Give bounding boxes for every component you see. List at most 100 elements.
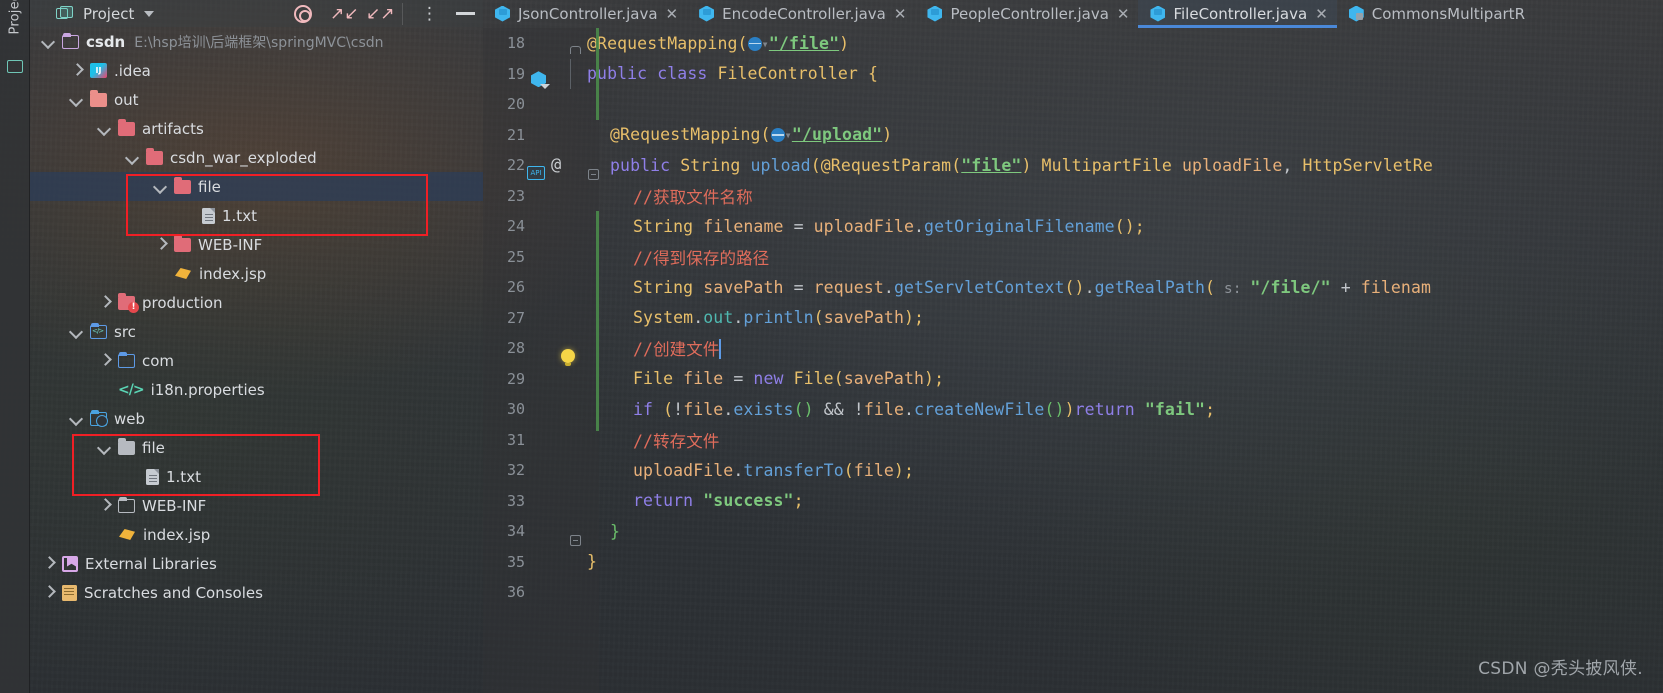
editor-tab-commonsmultipartr[interactable]: CommonsMultipartR — [1337, 0, 1534, 28]
code-line-26[interactable]: 26 String savePath = request.getServletCo… — [483, 272, 1663, 303]
tree-item-1-txt[interactable]: 1.txt — [30, 462, 483, 491]
target-icon[interactable] — [294, 4, 312, 23]
editor-tab-encodecontroller[interactable]: EncodeController.java ✕ — [687, 0, 915, 28]
url-mapping-icon[interactable] — [747, 36, 762, 51]
tree-item-1-txt[interactable]: 1.txt — [30, 201, 483, 230]
tree-item-artifacts[interactable]: artifacts — [30, 114, 483, 143]
tree-item-csdn-war-exploded[interactable]: csdn_war_exploded — [30, 143, 483, 172]
vcs-change-marker[interactable] — [596, 28, 599, 120]
code-line-27[interactable]: 27 System.out.println(savePath); — [483, 303, 1663, 334]
collapse-all-icon[interactable]: ↙↗ — [366, 5, 395, 23]
chevron-down-icon[interactable] — [154, 180, 168, 194]
project-tree[interactable]: csdn E:\hsp培训\后端框架\springMVC\csdn .idea out… — [30, 27, 483, 607]
chevron-right-icon[interactable] — [98, 499, 112, 513]
code-line-24[interactable]: 24 String filename = uploadFile.getOrigin… — [483, 211, 1663, 242]
code-text: uploadFile.transferTo(file); — [633, 460, 914, 480]
intention-bulb-icon[interactable] — [561, 349, 575, 367]
chevron-down-icon[interactable] — [42, 35, 56, 49]
tree-item-web-inf[interactable]: WEB-INF — [30, 491, 483, 520]
project-panel-header: Project ↗↙ ↙↗ ⋮ — [30, 0, 483, 27]
url-mapping-icon[interactable] — [770, 128, 785, 143]
folder-icon — [118, 496, 135, 513]
tree-item-out[interactable]: out — [30, 85, 483, 114]
chevron-down-icon[interactable] — [98, 441, 112, 455]
tree-item-label: .idea — [114, 61, 151, 80]
more-vertical-icon[interactable]: ⋮ — [421, 5, 438, 22]
code-fold-icon[interactable] — [570, 46, 581, 55]
tree-item-scratches-and-consoles[interactable]: Scratches and Consoles — [30, 578, 483, 607]
chevron-down-icon[interactable] — [70, 93, 84, 107]
tree-item-web-inf[interactable]: WEB-INF — [30, 230, 483, 259]
editor-tab-peoplecontroller[interactable]: PeopleController.java ✕ — [915, 0, 1138, 28]
annotation-marker-icon[interactable]: @ — [551, 155, 561, 175]
code-line-28[interactable]: 28 //创建文件 — [483, 333, 1663, 367]
tree-item-file[interactable]: file — [30, 172, 483, 201]
chevron-down-icon[interactable] — [98, 122, 112, 136]
close-icon[interactable]: ✕ — [894, 6, 907, 22]
editor-tab-filecontroller[interactable]: FileController.java ✕ — [1138, 0, 1338, 28]
code-line-21[interactable]: 21 @RequestMapping(▾"/upload") — [483, 120, 1663, 151]
code-line-18[interactable]: 18 @RequestMapping(▾"/file") — [483, 28, 1663, 59]
code-line-34[interactable]: 34} — [483, 516, 1663, 547]
structure-icon[interactable] — [7, 60, 23, 73]
code-line-31[interactable]: 31 //转存文件 — [483, 425, 1663, 456]
code-line-22[interactable]: 22 @ public String upload(@RequestParam("f… — [483, 150, 1663, 181]
chevron-right-icon[interactable] — [70, 64, 84, 78]
library-icon — [62, 555, 78, 572]
code-line-32[interactable]: 32 uploadFile.transferTo(file); — [483, 455, 1663, 486]
editor-tab-label: EncodeController.java — [722, 5, 886, 23]
code-line-35[interactable]: 35} — [483, 547, 1663, 578]
editor-tab-jsoncontroller[interactable]: JsonController.java ✕ — [483, 0, 687, 28]
tree-item-csdn[interactable]: csdn E:\hsp培训\后端框架\springMVC\csdn — [30, 27, 483, 56]
editor-tab-label: JsonController.java — [518, 5, 658, 23]
tree-item-label: index.jsp — [143, 525, 211, 544]
tree-item-index-jsp[interactable]: index.jsp — [30, 259, 483, 288]
project-tool-window-button[interactable]: Project — [8, 0, 23, 38]
code-line-23[interactable]: 23 //获取文件名称 — [483, 181, 1663, 212]
close-icon[interactable]: ✕ — [1315, 6, 1328, 22]
tree-item-web[interactable]: web — [30, 404, 483, 433]
tree-item-src[interactable]: src — [30, 317, 483, 346]
code-content[interactable]: 18 @RequestMapping(▾"/file") 19 public clas… — [483, 28, 1663, 693]
vcs-change-marker[interactable] — [596, 211, 599, 431]
chevron-down-icon[interactable] — [126, 151, 140, 165]
close-icon[interactable]: ✕ — [666, 6, 679, 22]
tree-item-com[interactable]: com — [30, 346, 483, 375]
code-line-20[interactable]: 20 — [483, 89, 1663, 120]
ide-window: Project Project ↗↙ ↙↗ ⋮ csdn E:\hsp培训\后端框… — [0, 0, 1663, 693]
tree-item-file[interactable]: file — [30, 433, 483, 462]
chevron-down-icon[interactable] — [70, 325, 84, 339]
code-line-25[interactable]: 25 //得到保存的路径 — [483, 242, 1663, 273]
code-line-33[interactable]: 33 return "success"; — [483, 486, 1663, 517]
chevron-right-icon[interactable] — [98, 296, 112, 310]
chevron-right-icon[interactable] — [42, 586, 56, 600]
chevron-down-icon[interactable] — [144, 10, 155, 17]
editor-tab-label: FileController.java — [1173, 5, 1308, 23]
project-panel-toolbar: ↗↙ ↙↗ ⋮ — [294, 2, 483, 25]
code-line-29[interactable]: 29 File file = new File(savePath); — [483, 364, 1663, 395]
code-line-30[interactable]: 30 if (!file.exists() && !file.createNewF… — [483, 394, 1663, 425]
code-fold-icon[interactable] — [570, 534, 581, 546]
code-line-36[interactable]: 36 — [483, 577, 1663, 608]
tree-item-production[interactable]: ! production — [30, 288, 483, 317]
tree-arrow-placeholder — [98, 528, 112, 542]
minimize-icon[interactable] — [456, 12, 475, 15]
tree-arrow-placeholder — [182, 209, 196, 223]
tree-item-external-libraries[interactable]: External Libraries — [30, 549, 483, 578]
chevron-down-icon[interactable] — [70, 412, 84, 426]
line-number: 18 — [506, 34, 525, 53]
chevron-right-icon[interactable] — [42, 557, 56, 571]
tree-item--idea[interactable]: .idea — [30, 56, 483, 85]
tree-item-index-jsp[interactable]: index.jsp — [30, 520, 483, 549]
editor-area: JsonController.java ✕ EncodeController.jav… — [483, 0, 1663, 693]
editor-tab-bar[interactable]: JsonController.java ✕ EncodeController.jav… — [483, 0, 1663, 28]
chevron-right-icon[interactable] — [154, 238, 168, 252]
close-icon[interactable]: ✕ — [1117, 6, 1130, 22]
code-line-19[interactable]: 19 public class FileController { — [483, 58, 1663, 90]
tree-item-i18n-properties[interactable]: </> i18n.properties — [30, 375, 483, 404]
class-marker-icon[interactable] — [531, 71, 550, 90]
chevron-right-icon[interactable] — [98, 354, 112, 368]
api-endpoint-icon[interactable] — [527, 166, 545, 181]
expand-all-icon[interactable]: ↗↙ — [330, 5, 359, 23]
line-number: 29 — [506, 369, 525, 388]
